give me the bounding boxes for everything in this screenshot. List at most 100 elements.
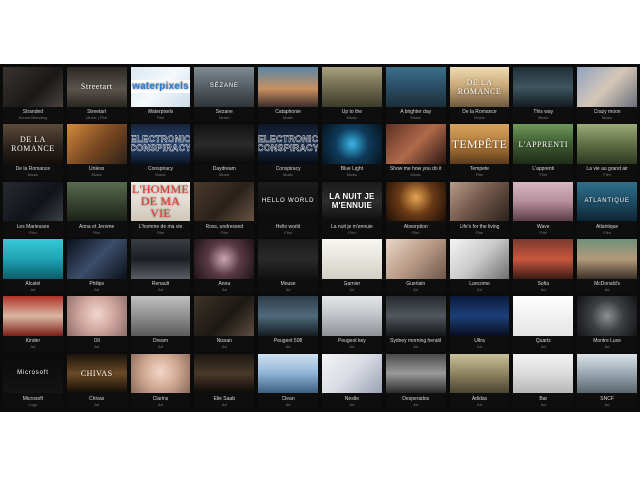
video-thumbnail[interactable] — [194, 238, 255, 279]
video-tile[interactable]: Stranded Sound Branding — [3, 67, 63, 123]
video-thumbnail[interactable] — [66, 181, 127, 222]
video-thumbnail[interactable] — [66, 238, 127, 279]
video-tile[interactable]: Clean Ad — [258, 353, 318, 409]
video-thumbnail[interactable] — [449, 238, 510, 279]
video-thumbnail[interactable] — [449, 353, 510, 394]
video-thumbnail[interactable] — [66, 296, 127, 336]
video-thumbnail[interactable] — [130, 296, 191, 336]
video-thumbnail[interactable] — [321, 296, 382, 336]
video-thumbnail[interactable] — [258, 67, 318, 107]
video-tile[interactable]: ELECTRONIC CONSPIRACY Conspiracy Music — [130, 124, 191, 180]
video-thumbnail[interactable]: LA NUIT JE M'ENNUIE — [321, 181, 382, 222]
video-thumbnail[interactable] — [577, 296, 637, 336]
video-tile[interactable]: Nestle Ad — [321, 353, 382, 409]
video-thumbnail[interactable]: ELECTRONIC CONSPIRACY — [258, 124, 318, 164]
video-thumbnail[interactable] — [258, 238, 318, 279]
video-thumbnail[interactable] — [577, 353, 637, 394]
video-tile[interactable]: Kinder Ad — [3, 296, 63, 352]
video-thumbnail[interactable]: DE LA ROMANCE — [3, 124, 63, 164]
video-tile[interactable]: L'HOMME DE MA VIE L'homme de ma vie Film — [130, 181, 191, 237]
video-thumbnail[interactable] — [258, 296, 318, 336]
video-thumbnail[interactable] — [3, 238, 63, 279]
video-tile[interactable]: Blue Light Music — [321, 124, 382, 180]
video-thumbnail[interactable] — [385, 353, 446, 394]
video-tile[interactable]: ATLANTIQUE Atlantique Film — [577, 181, 637, 237]
video-tile[interactable]: L'APPRENTI L'apprenti Film — [513, 124, 574, 180]
video-thumbnail[interactable] — [321, 353, 382, 394]
video-thumbnail[interactable] — [513, 181, 574, 222]
video-tile[interactable]: Alcatel Ad — [3, 238, 63, 295]
video-tile[interactable]: Crazy moon Music — [577, 67, 637, 123]
video-thumbnail[interactable] — [385, 238, 446, 279]
video-tile[interactable]: Microsoft Microsoft Logo — [3, 353, 63, 409]
video-thumbnail[interactable] — [3, 296, 63, 336]
video-tile[interactable]: HELLO WORLD Hello world Film — [258, 181, 318, 237]
video-thumbnail[interactable]: DE LA ROMANCE — [449, 67, 510, 107]
video-tile[interactable]: Renault Ad — [130, 238, 191, 295]
video-thumbnail[interactable]: ELECTRONIC CONSPIRACY — [130, 124, 191, 164]
video-thumbnail[interactable] — [321, 124, 382, 164]
video-thumbnail[interactable] — [385, 296, 446, 336]
video-thumbnail[interactable] — [385, 124, 446, 164]
video-tile[interactable]: waterpixels Waterpixels Film — [130, 67, 191, 123]
video-tile[interactable]: Unless Music — [66, 124, 127, 180]
video-thumbnail[interactable] — [194, 124, 255, 164]
video-tile[interactable]: Daydream Music — [194, 124, 255, 180]
video-thumbnail[interactable] — [194, 296, 255, 336]
video-tile[interactable]: Quartz Ad — [513, 296, 574, 352]
video-thumbnail[interactable] — [130, 238, 191, 279]
video-tile[interactable]: SÉZANE Sezane Music — [194, 67, 255, 123]
video-tile[interactable]: Up to the Music — [321, 67, 382, 123]
video-tile[interactable]: Sofia Ad — [513, 238, 574, 295]
video-thumbnail[interactable]: SÉZANE — [194, 67, 255, 107]
video-tile[interactable]: TEMPÊTE Tempete Film — [449, 124, 510, 180]
video-thumbnail[interactable] — [3, 181, 63, 222]
video-tile[interactable]: Bar Ad — [513, 353, 574, 409]
video-tile[interactable]: Adidas Ad — [449, 353, 510, 409]
video-tile[interactable]: This way Music — [513, 67, 574, 123]
video-thumbnail[interactable]: waterpixels — [130, 67, 191, 107]
video-tile[interactable]: SNCF Ad — [577, 353, 637, 409]
video-thumbnail[interactable] — [385, 181, 446, 222]
video-tile[interactable]: Peugeot key Ad — [321, 296, 382, 352]
video-thumbnail[interactable] — [449, 296, 510, 336]
video-tile[interactable]: Guerlain Ad — [385, 238, 446, 295]
video-thumbnail[interactable] — [385, 67, 446, 107]
video-tile[interactable]: Ross, undressed Film — [194, 181, 255, 237]
video-tile[interactable]: Absorption Film — [385, 181, 446, 237]
video-tile[interactable]: Philips Ad — [66, 238, 127, 295]
video-tile[interactable]: Cataphonie Music — [258, 67, 318, 123]
video-tile[interactable]: Peugeot 508 Ad — [258, 296, 318, 352]
video-tile[interactable]: La vie au grand air Film — [577, 124, 637, 180]
video-thumbnail[interactable] — [258, 353, 318, 394]
video-tile[interactable]: Dream Ad — [130, 296, 191, 352]
video-thumbnail[interactable] — [513, 353, 574, 394]
video-tile[interactable]: Wave Film — [513, 181, 574, 237]
video-thumbnail[interactable]: L'APPRENTI — [513, 124, 574, 164]
video-tile[interactable]: Show me how you do it Music — [385, 124, 446, 180]
video-tile[interactable]: Streetart Streetart Music | Film — [66, 67, 127, 123]
video-thumbnail[interactable] — [513, 67, 574, 107]
video-tile[interactable]: Montre Luxe Ad — [577, 296, 637, 352]
video-tile[interactable]: LA NUIT JE M'ENNUIE La nuit je m'ennuie Fi… — [321, 181, 382, 237]
video-thumbnail[interactable] — [577, 124, 637, 164]
video-thumbnail[interactable] — [577, 238, 637, 279]
video-tile[interactable]: McDonald's Ad — [577, 238, 637, 295]
video-thumbnail[interactable] — [321, 238, 382, 279]
video-thumbnail[interactable] — [321, 67, 382, 107]
video-tile[interactable]: Life's for the living Film — [449, 181, 510, 237]
video-thumbnail[interactable] — [513, 238, 574, 279]
video-tile[interactable]: DE LA ROMANCE De la Romance Music — [3, 124, 63, 180]
video-tile[interactable]: Mouse Ad — [258, 238, 318, 295]
video-thumbnail[interactable] — [194, 181, 255, 222]
video-tile[interactable]: Lancome Ad — [449, 238, 510, 295]
video-thumbnail[interactable] — [3, 67, 63, 107]
video-tile[interactable]: Nissan Ad — [194, 296, 255, 352]
video-thumbnail[interactable] — [513, 296, 574, 336]
video-tile[interactable]: Clarins Ad — [130, 353, 191, 409]
video-thumbnail[interactable]: L'HOMME DE MA VIE — [130, 181, 191, 222]
video-tile[interactable]: Les Marieuses Film — [3, 181, 63, 237]
video-tile[interactable]: ELECTRONIC CONSPIRACY Conspiracy Music — [258, 124, 318, 180]
video-thumbnail[interactable]: CHIVAS — [66, 353, 127, 394]
video-thumbnail[interactable]: Microsoft — [3, 353, 63, 394]
